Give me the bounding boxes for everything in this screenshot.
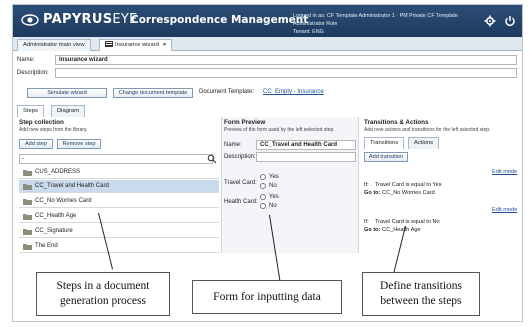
folder-icon [23, 199, 32, 205]
travel-no-radio[interactable] [260, 183, 266, 189]
health-no-radio[interactable] [260, 203, 266, 209]
folder-icon [23, 214, 32, 220]
brand-logo: PAPYRUSEYE [43, 12, 138, 27]
document-template-link[interactable]: CC_Empty - Insurance [263, 89, 324, 95]
step-search-input[interactable]: - [19, 154, 213, 164]
step-item[interactable]: CC_Health Age [19, 210, 219, 223]
change-document-template-button[interactable]: Change document template [113, 88, 193, 98]
document-template-label: Document Template: [199, 89, 254, 95]
preview-name-input[interactable]: CC_Travel and Health Card [256, 140, 356, 150]
form-preview-title: Form Preview [224, 119, 266, 126]
folder-icon [23, 244, 32, 250]
remove-step-button[interactable]: Remove step [57, 139, 101, 149]
transition-target: Go to: CC_Health Age [364, 227, 421, 233]
travel-yes-radio[interactable] [260, 174, 266, 180]
form-callout: Form for inputting data [192, 280, 342, 314]
app-header: PAPYRUSEYE Correspondence Management Log… [13, 5, 522, 37]
transition-target: Go to: CC_No Worries Card [364, 190, 435, 196]
form-preview-panel: Form Preview Preview of the form used by… [221, 117, 359, 253]
folder-icon [23, 184, 32, 190]
step-collection-subtitle: Add new steps from the library. [19, 127, 88, 133]
tab-administrator-main-view[interactable]: Administrator main view [17, 39, 91, 51]
description-label: Description: [17, 70, 49, 76]
health-no-label: No [269, 203, 277, 209]
add-transition-button[interactable]: Add transition [364, 152, 408, 162]
simulate-wizard-button[interactable]: Simulate wizard [27, 88, 107, 98]
step-item[interactable]: CC_Travel and Health Card [19, 180, 219, 193]
close-tab-icon[interactable]: × [163, 42, 166, 48]
transitions-callout: Define transitions between the steps [362, 272, 480, 316]
edit-mode-link[interactable]: Edit mode [492, 169, 517, 175]
power-icon[interactable] [504, 15, 516, 27]
step-item[interactable]: CC_Signature [19, 225, 219, 238]
login-info: Logged in as: CF Template Administrator … [293, 12, 473, 36]
health-card-label: Health Card: [224, 199, 258, 205]
preview-description-label: Description: [224, 154, 256, 160]
form-preview-subtitle: Preview of the form used by the left sel… [224, 127, 335, 133]
add-step-button[interactable]: Add step [19, 139, 53, 149]
step-collection-title: Step collection [19, 119, 64, 126]
app-title: Correspondence Management [131, 14, 309, 26]
transitions-panel: Transitions & Actions Add new actions an… [362, 117, 520, 253]
travel-yes-label: Yes [269, 174, 279, 180]
transition-condition: If: Travel Card is equal to No [364, 219, 440, 225]
transitions-title: Transitions & Actions [364, 119, 429, 126]
steps-callout: Steps in a document generation process [36, 272, 170, 316]
folder-icon [23, 229, 32, 235]
tab-actions[interactable]: Actions [408, 137, 440, 149]
transition-rule: If: Travel Card is equal to No Go to: CC… [364, 218, 514, 234]
main-tabbar: Administrator main view Insurance wizard… [13, 37, 522, 51]
folder-icon [23, 170, 32, 176]
preview-description-input[interactable] [256, 152, 356, 162]
login-tenant: Tenant: ENG [293, 29, 324, 35]
travel-no-label: No [269, 183, 277, 189]
transition-rule: If: Travel Card is equal to Yes Go to: C… [364, 181, 514, 197]
preview-name-label: Name: [224, 142, 242, 148]
description-input[interactable] [55, 68, 517, 78]
health-yes-label: Yes [269, 194, 279, 200]
search-icon[interactable] [207, 154, 217, 164]
tab-steps[interactable]: Steps [17, 105, 44, 117]
settings-icon[interactable] [484, 15, 496, 27]
transition-condition: If: Travel Card is equal to Yes [364, 182, 442, 188]
transitions-subtitle: Add new actions and transitions for the … [364, 127, 491, 133]
tab-insurance-wizard[interactable]: Insurance wizard × [99, 39, 173, 51]
travel-card-label: Travel Card: [224, 180, 257, 186]
name-label: Name: [17, 57, 35, 63]
tab-diagram[interactable]: Diagram [51, 105, 85, 117]
step-item[interactable]: CC_No Worries Card [19, 195, 219, 208]
tab-transitions[interactable]: Transitions [364, 137, 405, 149]
step-collection-panel: Step collection Add new steps from the l… [17, 117, 219, 253]
edit-mode-link[interactable]: Edit mode [492, 207, 517, 213]
papyrus-logo-icon [21, 14, 39, 26]
health-yes-radio[interactable] [260, 194, 266, 200]
name-input[interactable]: Insurance wizard [55, 55, 517, 65]
step-item[interactable]: The End [19, 240, 219, 253]
step-item[interactable]: CUS_ADDRESS [19, 166, 219, 179]
login-user: Logged in as: CF Template Administrator … [293, 13, 458, 27]
wizard-icon [105, 41, 113, 47]
